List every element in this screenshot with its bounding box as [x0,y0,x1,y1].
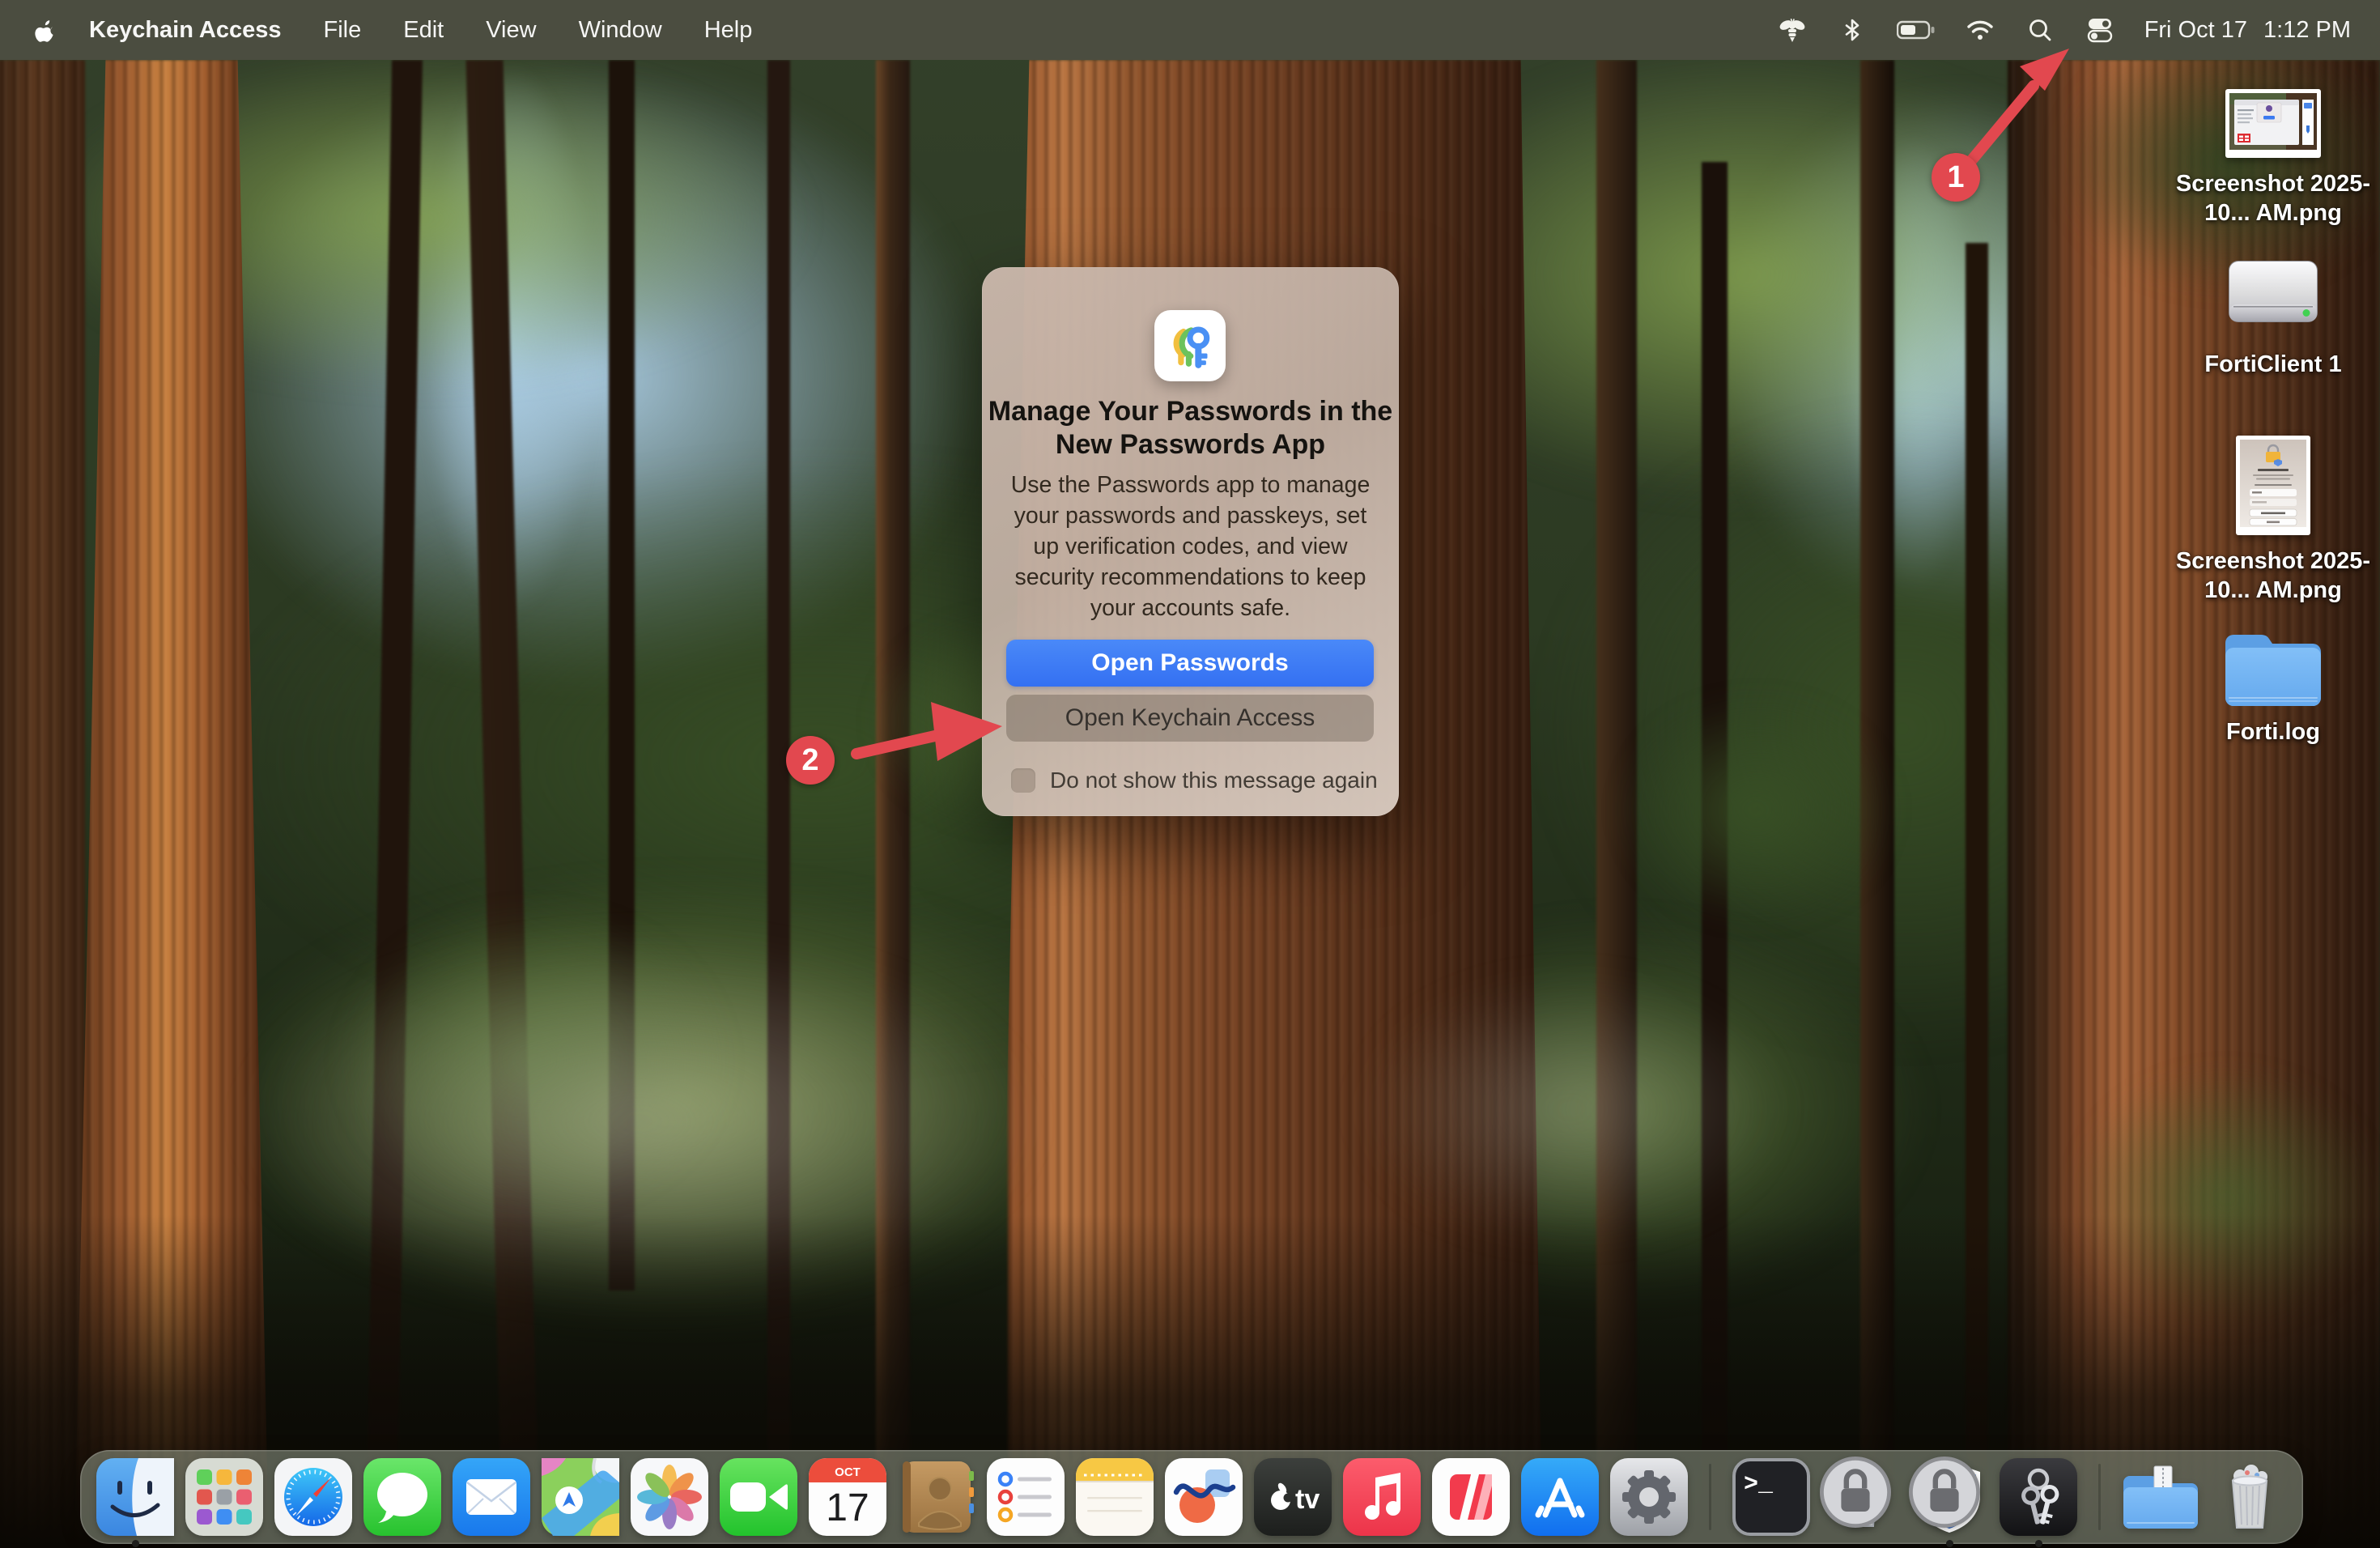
battery-icon[interactable] [1897,15,1936,45]
open-keychain-access-button[interactable]: Open Keychain Access [1006,695,1374,742]
desktop-icon-screenshot-2[interactable]: Screenshot 2025-10... AM.png [2152,436,2380,605]
screenshot-2-thumbnail [2236,436,2310,535]
dialog-body-text: Use the Passwords app to manage your pas… [1005,470,1376,623]
dock-photos[interactable] [631,1458,708,1536]
dock: OCT 17 [80,1450,2303,1544]
tv-label: tv [1295,1484,1320,1515]
dock-system-settings[interactable] [1610,1458,1688,1536]
calendar-month: OCT [835,1465,861,1479]
menu-date: Fri Oct 17 [2144,17,2247,44]
spotlight-search-icon[interactable] [2025,15,2055,45]
menu-view[interactable]: View [486,17,536,44]
dock-finder[interactable] [96,1458,174,1536]
dock-facetime[interactable] [720,1458,797,1536]
menu-file[interactable]: File [324,17,362,44]
terminal-glyph: >_ [1744,1471,1774,1499]
dock-downloads-folder[interactable] [2122,1458,2199,1536]
menu-window[interactable]: Window [579,17,662,44]
running-indicator [132,1540,139,1547]
bee-icon[interactable] [1777,15,1808,45]
dock-launchpad[interactable] [185,1458,263,1536]
lock-badge-icon [1817,1453,1894,1531]
menu-edit[interactable]: Edit [403,17,444,44]
dock-keychain-access[interactable] [2000,1458,2077,1536]
dock-terminal[interactable]: >_ [1732,1458,1810,1536]
dock-safari[interactable] [274,1458,352,1536]
calendar-day: 17 [826,1486,869,1529]
desktop-icon-label: Screenshot 2025-10... AM.png [2156,169,2380,228]
menu-time: 1:12 PM [2263,17,2351,44]
running-indicator [1946,1540,1953,1547]
annotation-badge-1: 1 [1932,153,1980,202]
dock-news[interactable] [1432,1458,1510,1536]
wifi-icon[interactable] [1965,15,1995,45]
do-not-show-checkbox[interactable] [1011,768,1035,793]
dock-app-store[interactable] [1521,1458,1599,1536]
dock-forticlient[interactable] [1910,1458,1988,1536]
menu-bar: Keychain Access File Edit View Window He… [0,0,2380,60]
dock-notes[interactable] [1076,1458,1154,1536]
dock-separator [1709,1464,1711,1530]
annotation-badge-2: 2 [786,736,835,785]
lock-badge-icon [1906,1453,1983,1531]
bluetooth-icon[interactable] [1837,15,1868,45]
desktop-icon-screenshot-1[interactable]: Screenshot 2025-10... AM.png [2152,89,2380,228]
menu-help[interactable]: Help [704,17,753,44]
apple-menu-icon[interactable] [34,14,62,46]
dock-messages[interactable] [363,1458,441,1536]
dock-trash[interactable] [2211,1458,2289,1536]
dock-calendar[interactable]: OCT 17 [809,1458,886,1536]
running-indicator [2035,1540,2042,1547]
dock-reminders[interactable] [987,1458,1065,1536]
dialog-title: Manage Your Passwords in the New Passwor… [982,395,1399,461]
external-drive-icon [2225,256,2321,338]
screenshot-1-thumbnail [2225,89,2321,158]
dock-music[interactable] [1343,1458,1421,1536]
passwords-migration-dialog: Manage Your Passwords in the New Passwor… [982,267,1399,816]
dock-maps[interactable] [542,1458,619,1536]
menu-clock[interactable]: Fri Oct 17 1:12 PM [2144,17,2351,44]
menu-app-name[interactable]: Keychain Access [89,17,282,44]
desktop-icon-label: FortiClient 1 [2204,350,2341,379]
dock-contacts[interactable] [898,1458,975,1536]
passwords-app-icon [1154,310,1226,381]
desktop-screen: Keychain Access File Edit View Window He… [0,0,2380,1548]
desktop-icon-label: Forti.log [2226,717,2320,746]
desktop-icon-label: Screenshot 2025-10... AM.png [2156,546,2380,605]
desktop-icon-forticlient-drive[interactable]: FortiClient 1 [2152,256,2380,379]
dock-separator [2098,1464,2101,1530]
control-center-icon[interactable] [2085,15,2115,45]
do-not-show-label: Do not show this message again [1050,768,1378,793]
dock-mail[interactable] [453,1458,530,1536]
dock-apple-tv[interactable]: tv [1254,1458,1332,1536]
dock-uninstaller[interactable] [1821,1458,1899,1536]
desktop-icon-forti-log[interactable]: Forti.log [2152,623,2380,746]
dock-freeform[interactable] [1165,1458,1243,1536]
folder-icon [2225,623,2321,706]
open-passwords-button[interactable]: Open Passwords [1006,640,1374,687]
